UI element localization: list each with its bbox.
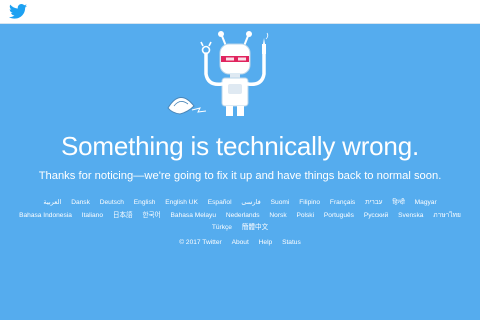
copyright-text: © 2017 Twitter: [179, 239, 222, 246]
error-headline: Something is technically wrong.: [61, 131, 419, 161]
language-link[interactable]: English: [134, 199, 156, 206]
language-link[interactable]: 한국어: [142, 212, 160, 219]
language-link[interactable]: Norsk: [269, 212, 286, 219]
language-link[interactable]: العربية: [43, 199, 61, 206]
robot-error-icon: [200, 31, 269, 116]
twitter-bird-icon[interactable]: [9, 4, 27, 19]
language-link[interactable]: Français: [330, 199, 355, 206]
language-link[interactable]: Türkçe: [212, 224, 232, 231]
language-link[interactable]: Svenska: [398, 212, 423, 219]
language-link[interactable]: فارسی: [241, 199, 260, 206]
language-link[interactable]: Nederlands: [226, 212, 260, 219]
language-link[interactable]: Bahasa Melayu: [171, 212, 216, 219]
language-link[interactable]: Dansk: [71, 199, 90, 206]
language-link[interactable]: Magyar: [415, 199, 437, 206]
broken-fortune-cookie-icon: [167, 97, 207, 115]
language-link[interactable]: 簡體中文: [242, 224, 268, 231]
language-link[interactable]: Русский: [364, 212, 388, 219]
language-selector: العربية Dansk Deutsch English English UK…: [12, 197, 468, 235]
language-link[interactable]: Filipino: [299, 199, 320, 206]
language-link[interactable]: हिन्दी: [392, 199, 404, 206]
language-link[interactable]: English UK: [165, 199, 198, 206]
language-link[interactable]: עברית: [365, 199, 382, 206]
language-link[interactable]: Bahasa Indonesia: [19, 212, 72, 219]
language-link[interactable]: ภาษาไทย: [433, 212, 461, 219]
language-link[interactable]: Español: [208, 199, 232, 206]
footer-link-about[interactable]: About: [232, 239, 249, 246]
footer-link-status[interactable]: Status: [282, 239, 301, 246]
language-link[interactable]: Polski: [296, 212, 314, 219]
top-bar: [0, 0, 480, 24]
footer: © 2017 Twitter About Help Status: [0, 239, 480, 246]
language-link[interactable]: Deutsch: [100, 199, 124, 206]
language-link[interactable]: Português: [324, 212, 354, 219]
robot-illustration: [167, 31, 269, 116]
language-link[interactable]: 日本語: [113, 212, 133, 219]
language-link[interactable]: Italiano: [82, 212, 103, 219]
language-link[interactable]: Suomi: [271, 199, 290, 206]
error-message: Thanks for noticing—we're going to fix i…: [38, 170, 442, 182]
footer-link-help[interactable]: Help: [259, 239, 273, 246]
